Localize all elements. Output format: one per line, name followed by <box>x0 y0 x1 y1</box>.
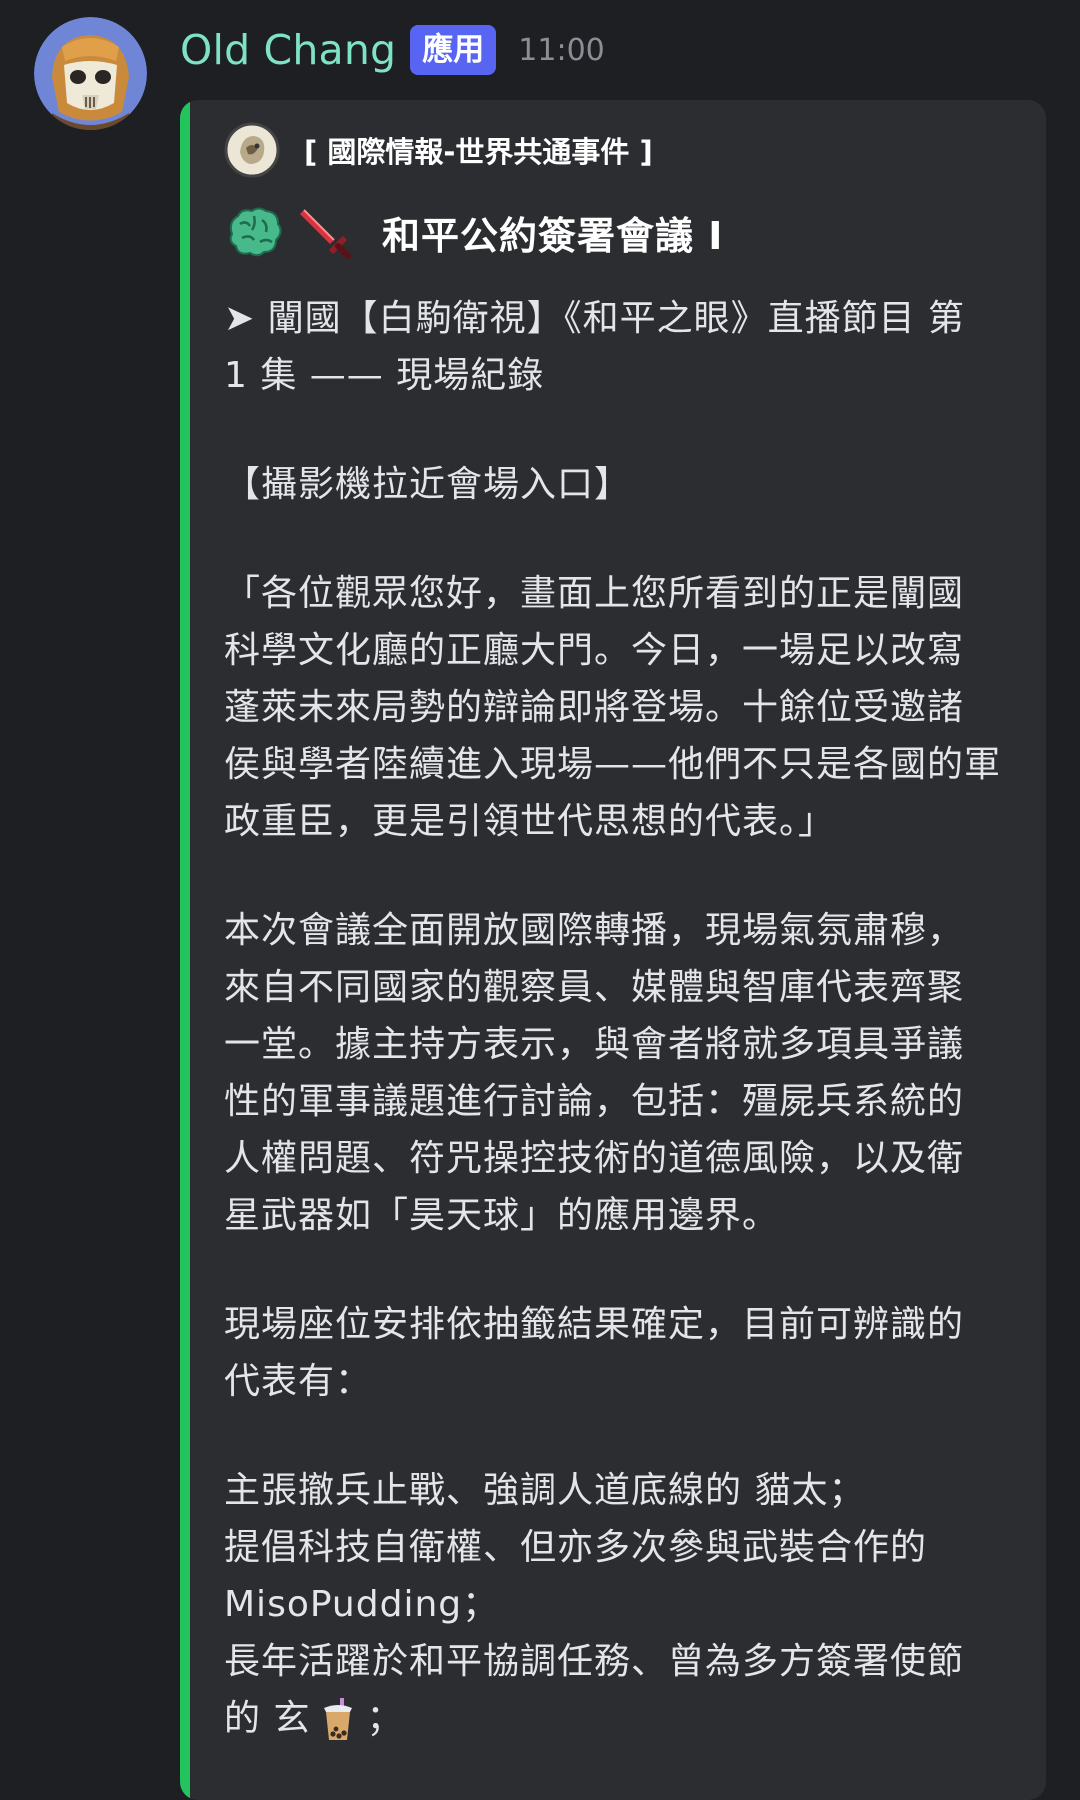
text-line: 主張撤兵止戰、強調人道底線的 貓太； <box>224 1470 866 1511</box>
text-line: 代表有： <box>224 1361 373 1402</box>
timestamp[interactable]: 11:00 <box>518 33 604 68</box>
paragraph-broadcast: ➤ 闡國【白駒衛視】《和平之眼》直播節目 第 1 集 —— 現場紀錄 <box>224 290 1014 404</box>
username[interactable]: Old Chang <box>180 26 396 74</box>
text-line: 來自不同國家的觀察員、媒體與智庫代表齊聚 <box>224 967 965 1008</box>
text-line: 「各位觀眾您好，畫面上您所看到的正是闡國 <box>224 573 965 614</box>
text-line: 【攝影機拉近會場入口】 <box>224 464 632 505</box>
text-fragment: ； <box>366 1698 404 1739</box>
app-badge: 應用 <box>410 25 497 75</box>
text-line: 侯與學者陸續進入現場——他們不只是各國的軍 <box>224 744 1002 785</box>
author-avatar-icon <box>224 122 280 178</box>
embed-author: [ 國際情報-世界共通事件 ] <box>224 122 653 178</box>
paragraph-anchor-quote: 「各位觀眾您好，畫面上您所看到的正是闡國 科學文化廳的正廳大門。今日，一場足以改… <box>224 565 1014 850</box>
text-line: 1 集 —— 現場紀錄 <box>224 355 545 396</box>
text-line: MisoPudding； <box>224 1584 500 1625</box>
text-line: 長年活躍於和平協調任務、曾為多方簽署使節 <box>224 1641 965 1682</box>
text-line: 一堂。據主持方表示，與會者將就多項具爭議 <box>224 1024 965 1065</box>
paragraph-meeting-info: 本次會議全面開放國際轉播，現場氣氛肅穆， 來自不同國家的觀察員、媒體與智庫代表齊… <box>224 902 1014 1244</box>
embed-accent-bar <box>180 100 190 1800</box>
text-line: 政重臣，更是引領世代思想的代表。」 <box>224 801 836 842</box>
text-line-with-emoji: 的 玄 ； <box>224 1690 1014 1747</box>
text-line: 蓬萊未來局勢的辯論即將登場。十餘位受邀諸 <box>224 687 965 728</box>
message-header: Old Chang 應用 11:00 <box>180 20 605 80</box>
chat-message: Old Chang 應用 11:00 [ 國際情報-世界共通事件 ] 和平公約簽… <box>0 0 1080 1800</box>
text-line: 本次會議全面開放國際轉播，現場氣氛肅穆， <box>224 910 965 951</box>
user-avatar[interactable] <box>34 17 147 130</box>
text-line: 人權問題、符咒操控技術的道德風險，以及衛 <box>224 1138 965 1179</box>
embed-title-text: 和平公約簽署會議 I <box>382 213 724 258</box>
bubble-tea-icon <box>324 1698 353 1740</box>
paragraph-seating: 現場座位安排依抽籤結果確定，目前可辨識的 代表有： <box>224 1296 1014 1410</box>
paragraph-delegates: 主張撤兵止戰、強調人道底線的 貓太； 提倡科技自衛權、但亦多次參與武裝合作的 M… <box>224 1462 1014 1747</box>
text-line: 現場座位安排依抽籤結果確定，目前可辨識的 <box>224 1304 965 1345</box>
avatar-image <box>34 17 147 130</box>
text-line: 科學文化廳的正廳大門。今日，一場足以改寫 <box>224 630 965 671</box>
brain-icon <box>229 207 282 257</box>
text-line: 性的軍事議題進行討論，包括：殭屍兵系統的 <box>224 1081 965 1122</box>
paragraph-camera: 【攝影機拉近會場入口】 <box>224 456 1014 513</box>
text-line: 提倡科技自衛權、但亦多次參與武裝合作的 <box>224 1527 928 1568</box>
text-line: ➤ 闡國【白駒衛視】《和平之眼》直播節目 第 <box>224 298 966 339</box>
embed-title: 和平公約簽署會議 I <box>224 202 723 262</box>
text-fragment: 的 玄 <box>224 1698 311 1739</box>
message-embed: [ 國際情報-世界共通事件 ] 和平公約簽署會議 I ➤ 闡國【白駒衛視】《和平… <box>180 100 1046 1800</box>
sword-icon <box>300 209 351 259</box>
embed-author-name[interactable]: [ 國際情報-世界共通事件 ] <box>304 129 653 171</box>
embed-description: ➤ 闡國【白駒衛視】《和平之眼》直播節目 第 1 集 —— 現場紀錄 【攝影機拉… <box>224 290 1014 1799</box>
text-line: 星武器如「昊天球」的應用邊界。 <box>224 1195 780 1236</box>
